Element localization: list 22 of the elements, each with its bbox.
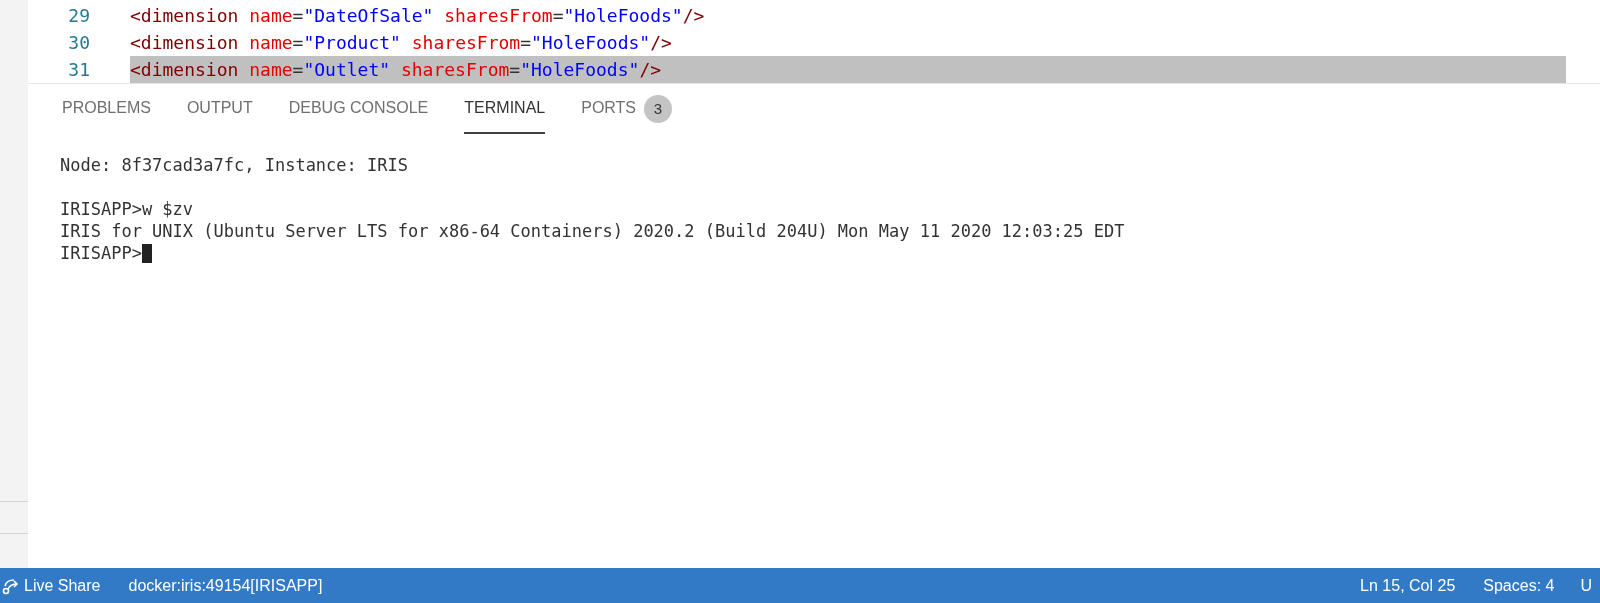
panel-tab[interactable]: PROBLEMS xyxy=(62,84,151,134)
code-line: <dimension name="DateOfSale" sharesFrom="HoleFoods"/> xyxy=(130,4,706,28)
terminal-cursor xyxy=(141,243,152,263)
terminal-line: IRIS for UNIX (Ubuntu Server LTS for x86-64 Containers) 2020.2 (Build 204U) Mon May 11 2020 12:03:25 EDT xyxy=(60,220,1126,242)
terminal-prompt: IRISAPP> xyxy=(60,242,142,264)
line-number: 31 xyxy=(67,58,91,82)
line-number: 29 xyxy=(67,4,91,28)
status-item[interactable]: Ln 15, Col 25 xyxy=(1346,568,1470,603)
terminal-line: IRISAPP>w $zv xyxy=(60,198,195,220)
panel-tab[interactable]: PORTS xyxy=(581,84,637,134)
status-item[interactable]: docker:iris:49154[IRISAPP] xyxy=(114,568,337,603)
code-line: <dimension name="Product" sharesFrom="HoleFoods"/> xyxy=(130,31,673,55)
panel-tab[interactable]: DEBUG CONSOLE xyxy=(288,84,429,134)
status-item[interactable]: U xyxy=(1568,568,1600,603)
status-item[interactable]: Live Share xyxy=(0,568,115,603)
terminal-line: Node: 8f37cad3a7fc, Instance: IRIS xyxy=(60,154,409,176)
panel-tab[interactable]: TERMINAL xyxy=(464,84,546,134)
count-badge: 3 xyxy=(644,95,673,123)
line-number: 30 xyxy=(67,31,91,55)
panel-tab[interactable]: OUTPUT xyxy=(186,84,253,134)
status-item[interactable]: Spaces: 4 xyxy=(1469,568,1569,603)
live-share-icon xyxy=(2,576,20,595)
